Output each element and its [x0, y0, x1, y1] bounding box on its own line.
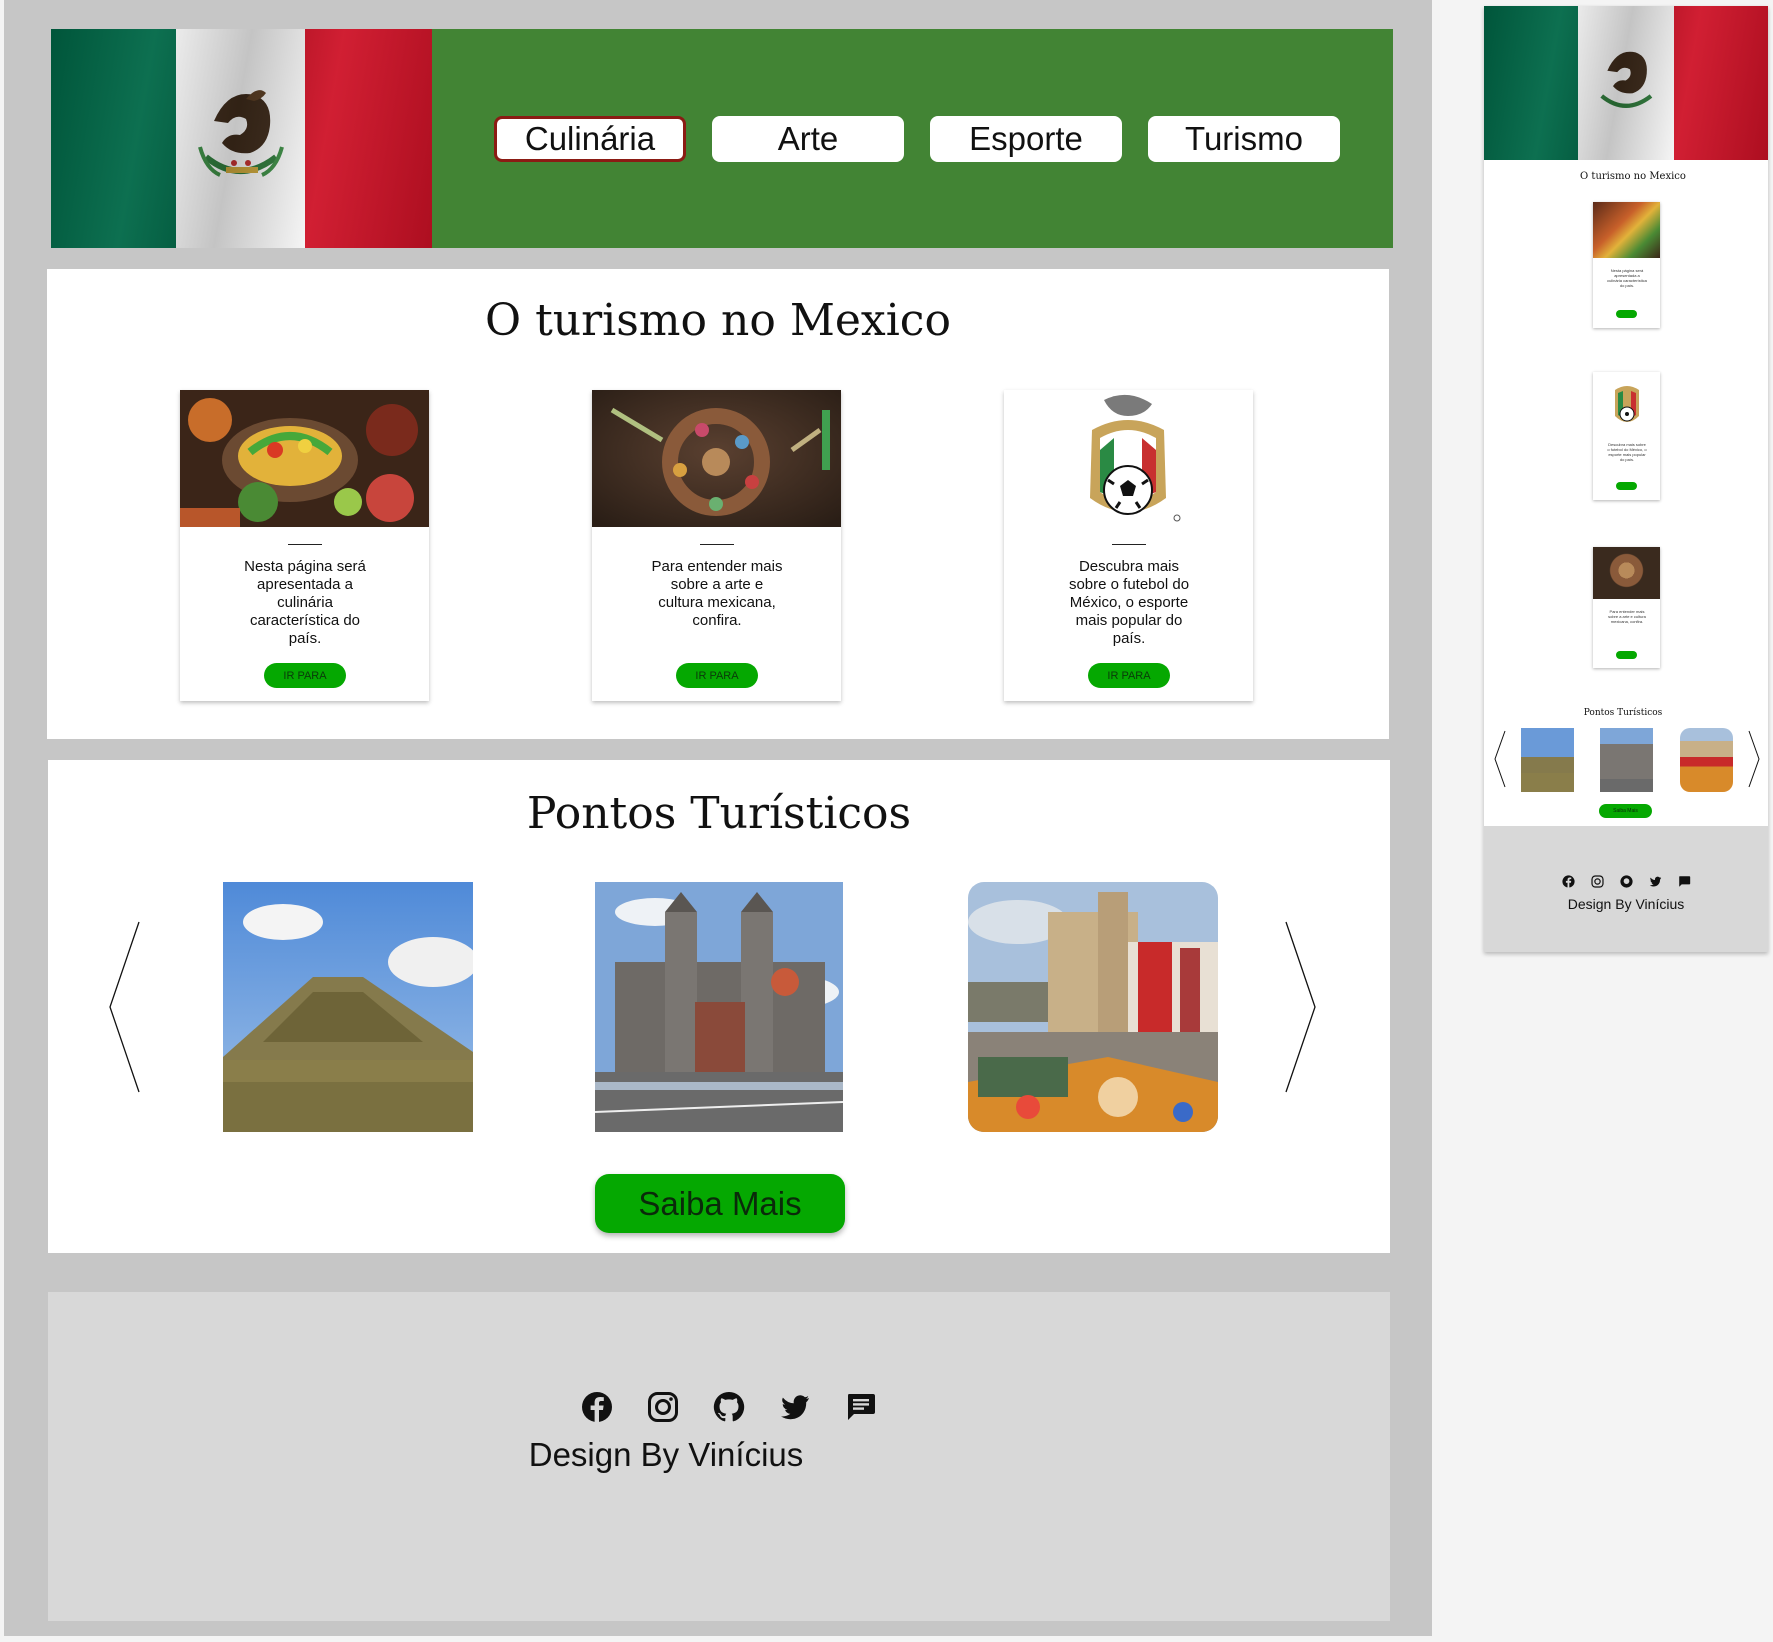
- facebook-icon[interactable]: [581, 1391, 613, 1423]
- twitter-icon[interactable]: [1649, 875, 1662, 888]
- art-card: Para entender mais sobre a arte e cultur…: [592, 390, 841, 701]
- card-description: Para entender mais sobre a arte e cultur…: [651, 558, 783, 629]
- food-card: Nesta página será apresentada a culinári…: [180, 390, 429, 701]
- message-icon[interactable]: [845, 1391, 877, 1423]
- mobile-food-card: Nesta página será apresentada a culinári…: [1593, 202, 1660, 328]
- footer: Design By Vinícius: [48, 1292, 1390, 1621]
- twitter-icon[interactable]: [779, 1391, 811, 1423]
- design-credit: Design By Vinícius: [1567, 896, 1685, 912]
- card-description: Descubra mais sobre o futebol do México,…: [1068, 558, 1190, 647]
- church-square-photo[interactable]: [968, 882, 1218, 1132]
- mobile-football-card: Descubra mais sobre o futebol do México,…: [1593, 372, 1660, 500]
- social-icons: [581, 1391, 881, 1425]
- card-divider: [700, 544, 734, 545]
- design-credit: Design By Vinícius: [528, 1436, 804, 1473]
- cathedral-photo[interactable]: [1600, 728, 1653, 792]
- card-divider: [288, 544, 322, 545]
- nav-culinaria-button[interactable]: Culinária: [494, 116, 686, 162]
- mexico-flag-banner: [51, 29, 432, 248]
- chevron-left-icon[interactable]: [108, 920, 142, 1094]
- go-to-arte-button[interactable]: IR PARA: [676, 663, 758, 688]
- go-to-culinaria-button[interactable]: IR PARA: [264, 663, 346, 688]
- go-to-culinaria-button[interactable]: [1616, 310, 1637, 318]
- food-photo: [1593, 202, 1660, 258]
- social-icons: [1562, 875, 1692, 889]
- card-divider: [1112, 544, 1146, 545]
- go-to-arte-button[interactable]: [1616, 651, 1637, 659]
- pyramid-photo[interactable]: [1521, 728, 1574, 792]
- facebook-icon[interactable]: [1562, 875, 1575, 888]
- card-description: Descubra mais sobre o futebol do México,…: [1607, 442, 1647, 462]
- card-description: Nesta página será apresentada a culinári…: [244, 558, 366, 647]
- section-title: Pontos Turísticos: [526, 788, 912, 839]
- saiba-mais-button[interactable]: Saiba Mais: [1599, 804, 1652, 818]
- saiba-mais-button[interactable]: Saiba Mais: [595, 1174, 845, 1233]
- instagram-icon[interactable]: [647, 1391, 679, 1423]
- mobile-mockup: O turismo no Mexico Nesta página será ap…: [1484, 6, 1768, 952]
- github-icon[interactable]: [1620, 875, 1633, 888]
- mobile-footer: Design By Vinícius: [1484, 826, 1768, 952]
- cathedral-photo[interactable]: [595, 882, 843, 1132]
- github-icon[interactable]: [713, 1391, 745, 1423]
- football-crest: [1615, 386, 1639, 422]
- section-title: O turismo no Mexico: [485, 295, 951, 346]
- football-crest: [1004, 390, 1253, 527]
- church-square-photo[interactable]: [1680, 728, 1733, 792]
- eagle-emblem-icon: [198, 90, 284, 177]
- message-icon[interactable]: [1678, 875, 1691, 888]
- card-description: Nesta página será apresentada a culinári…: [1607, 268, 1647, 288]
- mexico-flag-banner: [1484, 6, 1768, 160]
- chevron-right-icon[interactable]: [1283, 920, 1317, 1094]
- instagram-icon[interactable]: [1591, 875, 1604, 888]
- header-bar: Culinária Arte Esporte Turismo: [51, 29, 1393, 248]
- nav-arte-button[interactable]: Arte: [712, 116, 904, 162]
- go-to-esporte-button[interactable]: IR PARA: [1088, 663, 1170, 688]
- art-photo: [1593, 547, 1660, 599]
- football-card: Descubra mais sobre o futebol do México,…: [1004, 390, 1253, 701]
- go-to-esporte-button[interactable]: [1616, 482, 1637, 490]
- mobile-art-card: Para entender mais sobre a arte e cultur…: [1593, 547, 1660, 668]
- pyramid-photo[interactable]: [223, 882, 473, 1132]
- card-description: Para entender mais sobre a arte e cultur…: [1608, 609, 1646, 624]
- chevron-right-icon[interactable]: [1748, 730, 1760, 788]
- desktop-mockup: Culinária Arte Esporte Turismo O turismo…: [4, 0, 1432, 1636]
- mobile-section-title: O turismo no Mexico: [1580, 171, 1686, 182]
- tourism-section: O turismo no Mexico Nesta página será ap…: [47, 269, 1389, 739]
- food-photo: [180, 390, 429, 527]
- mobile-points-title: Pontos Turísticos: [1583, 708, 1663, 718]
- art-photo: [592, 390, 841, 527]
- chevron-left-icon[interactable]: [1494, 730, 1506, 788]
- nav-turismo-button[interactable]: Turismo: [1148, 116, 1340, 162]
- nav-esporte-button[interactable]: Esporte: [930, 116, 1122, 162]
- eagle-emblem-icon: [1600, 51, 1653, 108]
